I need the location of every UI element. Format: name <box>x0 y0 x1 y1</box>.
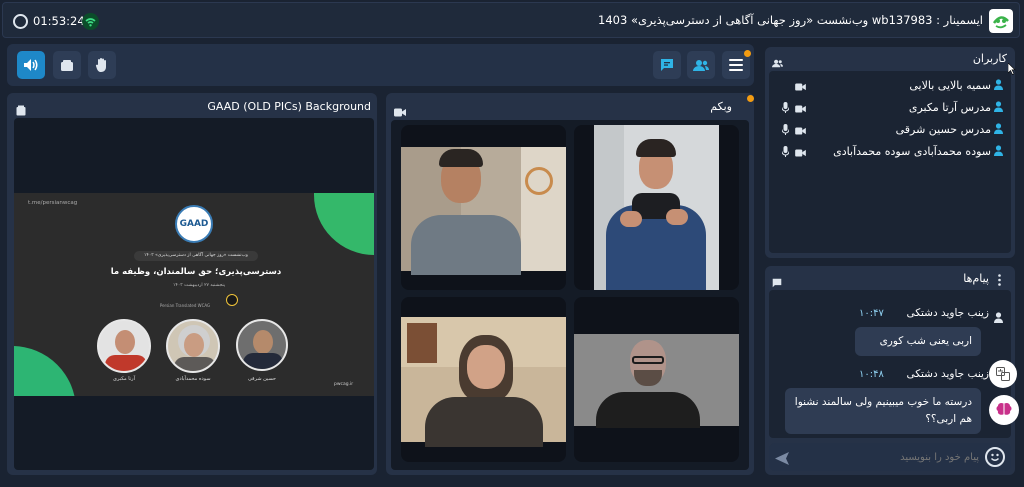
user-icon <box>994 123 1003 137</box>
raise-hand-icon <box>95 58 106 72</box>
chat-button[interactable] <box>653 51 681 79</box>
webcam-grid <box>391 120 749 470</box>
presentation-title: GAAD (OLD PICs) Background <box>207 100 371 113</box>
user-name: مدرس حسین شرقی <box>895 123 991 136</box>
speaker-icon <box>24 59 38 71</box>
users-list: سمیه بالایی بالایی مدرس آرتا مکبری مدرس … <box>769 71 1011 253</box>
speaker-name: حسین شرقی <box>248 376 276 382</box>
session-title: ایسمینار : wb137983 وب‌نشست «روز جهانی آ… <box>598 13 983 27</box>
gaad-logo: GAAD <box>175 205 213 243</box>
ai-assistant-button[interactable] <box>989 395 1019 425</box>
clock-icon <box>13 14 28 29</box>
chat-panel: پیام‌ها زینب جاوید دشتکی ۱۰:۴۷ اربی یعنی… <box>765 266 1015 475</box>
chat-input-bar <box>769 443 1011 471</box>
connection-status-icon[interactable] <box>82 13 99 30</box>
mouse-cursor <box>1007 60 1016 79</box>
users-panel: کاربران سمیه بالایی بالایی مدرس آرتا مکب… <box>765 47 1015 258</box>
session-timer: 01:53:24 <box>33 14 85 28</box>
presentation-panel: GAAD (OLD PICs) Background t.me/persianw… <box>7 93 377 475</box>
message-sender: زینب جاوید دشتکی <box>906 307 989 319</box>
user-icon <box>994 79 1003 93</box>
eseminar-logo-icon <box>989 9 1013 33</box>
pwcag-logo <box>226 294 238 306</box>
message-sender: زینب جاوید دشتکی <box>906 368 989 380</box>
translate-button[interactable] <box>989 360 1017 388</box>
speaker-photo <box>97 319 151 373</box>
video-tile[interactable] <box>401 297 566 462</box>
user-name: مدرس آرتا مکبری <box>908 101 991 114</box>
microphone-icon[interactable] <box>781 124 790 138</box>
camera-icon[interactable] <box>795 125 806 138</box>
share-icon <box>61 59 73 71</box>
notification-dot <box>744 50 751 57</box>
camera-icon <box>394 102 406 121</box>
presentation-viewport: t.me/persianwcag GAAD وب‌نشست «روز جهانی… <box>14 118 374 470</box>
user-row[interactable]: مدرس آرتا مکبری <box>769 100 1011 120</box>
translate-icon <box>996 367 1010 381</box>
user-icon <box>994 101 1003 115</box>
speaker-photo <box>236 319 288 371</box>
chat-title: پیام‌ها <box>963 272 989 285</box>
message-time: ۱۰:۴۷ <box>859 308 884 319</box>
more-options-icon[interactable] <box>998 271 1001 290</box>
message-bubble: درسته ما خوب میبینیم ولی سالمند نشنوا هم… <box>785 388 981 434</box>
microphone-icon[interactable] <box>781 146 790 160</box>
microphone-icon[interactable] <box>781 102 790 116</box>
video-tile[interactable] <box>574 297 739 462</box>
toolbar <box>7 44 754 86</box>
chat-user-icon <box>994 308 1003 327</box>
video-tile[interactable] <box>401 125 566 290</box>
video-feed <box>401 317 566 447</box>
video-feed <box>401 147 566 275</box>
user-name: سمیه بالایی بالایی <box>909 79 991 92</box>
chat-messages: زینب جاوید دشتکی ۱۰:۴۷ اربی یعنی شب کوری… <box>769 290 1011 438</box>
chat-message-input[interactable] <box>795 447 979 467</box>
slide-corner-decoration <box>14 346 76 396</box>
raise-hand-button[interactable] <box>88 51 116 79</box>
video-tile[interactable] <box>574 125 739 290</box>
camera-icon[interactable] <box>795 147 806 160</box>
screen-share-button[interactable] <box>53 51 81 79</box>
slide-footer: pwcag.ir <box>334 382 354 387</box>
camera-icon[interactable] <box>795 103 806 116</box>
users-button[interactable] <box>687 51 715 79</box>
message-bubble: اربی یعنی شب کوری <box>855 327 981 356</box>
camera-icon[interactable] <box>795 81 806 94</box>
webcam-panel: وبکم <box>386 93 754 475</box>
slide-headline: دسترسی‌پذیری؛ حق سالمندان، وظیفه ما <box>110 267 282 277</box>
brain-icon <box>996 402 1012 416</box>
speaker-button[interactable] <box>17 51 45 79</box>
chat-icon <box>661 59 673 71</box>
video-feed <box>594 125 719 290</box>
slide-handle: t.me/persianwcag <box>28 200 78 206</box>
notification-dot <box>747 95 754 102</box>
send-icon[interactable] <box>775 450 789 469</box>
user-row[interactable]: سوده محمدآبادی سوده محمدآبادی <box>769 144 1011 164</box>
speaker-photo <box>166 319 220 373</box>
slide-corner-decoration <box>314 193 374 255</box>
users-icon <box>693 59 709 71</box>
video-feed <box>574 334 739 428</box>
slide-date: پنجشنبه ۲۷ اردیبهشت ۱۴۰۳ <box>172 283 225 288</box>
emoji-icon[interactable] <box>985 447 1005 467</box>
user-name: سوده محمدآبادی سوده محمدآبادی <box>833 145 991 158</box>
speaker-name: سوده محمدآبادی <box>175 376 211 382</box>
users-title: کاربران <box>972 52 1007 65</box>
presentation-slide: t.me/persianwcag GAAD وب‌نشست «روز جهانی… <box>14 193 374 396</box>
menu-icon <box>729 59 743 71</box>
slide-org: Persian Translated WCAG <box>159 303 211 308</box>
user-icon <box>994 145 1003 159</box>
speaker-name: آرتا مکبری <box>113 376 135 382</box>
top-bar: 01:53:24 ایسمینار : wb137983 وب‌نشست «رو… <box>2 2 1020 38</box>
slide-subtitle: وب‌نشست «روز جهانی آگاهی از دسترسی‌پذیری… <box>134 251 258 261</box>
user-row[interactable]: مدرس حسین شرقی <box>769 122 1011 142</box>
message-time: ۱۰:۴۸ <box>859 369 884 380</box>
users-header-icon <box>772 53 783 72</box>
webcam-title: وبکم <box>710 100 732 113</box>
user-row[interactable]: سمیه بالایی بالایی <box>769 78 1011 98</box>
